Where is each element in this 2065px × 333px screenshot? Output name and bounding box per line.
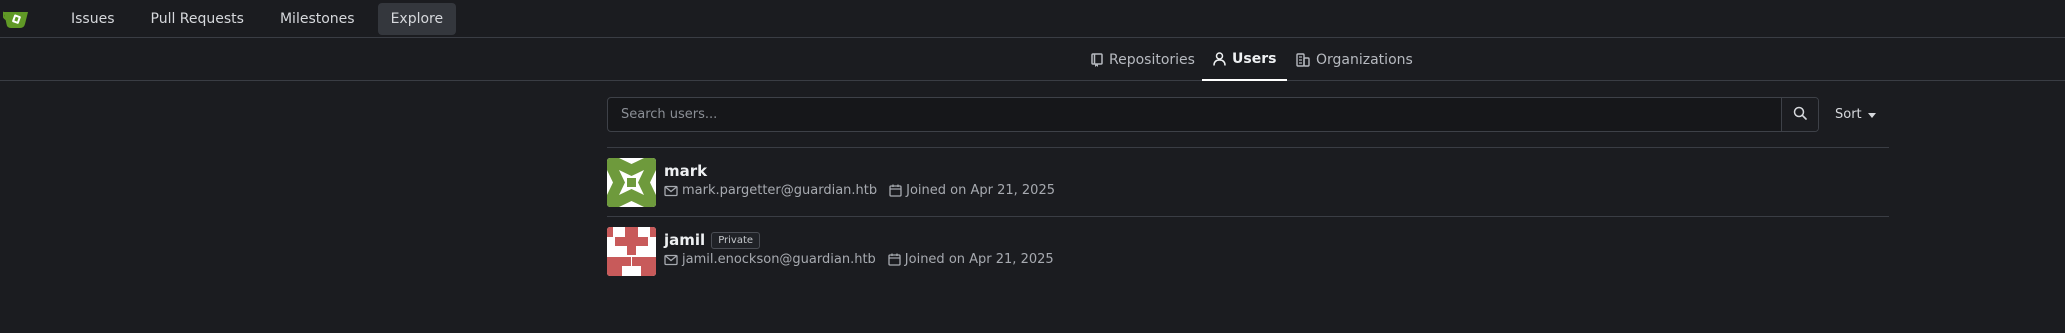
- user-joined-date: Joined on Apr 21, 2025: [904, 252, 1054, 267]
- user-search-bar: Sort: [607, 97, 1889, 132]
- nav-issues[interactable]: Issues: [58, 3, 128, 35]
- calendar-icon: [889, 184, 902, 197]
- user-name-link[interactable]: jamil: [664, 231, 705, 249]
- repo-icon: [1091, 53, 1103, 67]
- tab-repositories[interactable]: Repositories: [1091, 39, 1195, 81]
- gitea-logo-icon[interactable]: [2, 7, 30, 31]
- user-info: mark mark.pargetter@guardian.htb Joined …: [664, 158, 1055, 198]
- sort-label: Sort: [1835, 107, 1862, 122]
- list-item: jamil Private jamil.enockson@guardian.ht…: [607, 217, 1889, 286]
- tab-organizations[interactable]: Organizations: [1296, 39, 1413, 81]
- nav-pull-requests[interactable]: Pull Requests: [138, 3, 257, 35]
- tab-users-label: Users: [1232, 51, 1277, 67]
- sort-dropdown[interactable]: Sort: [1835, 107, 1876, 122]
- tab-organizations-label: Organizations: [1316, 52, 1413, 68]
- avatar[interactable]: [607, 158, 656, 207]
- user-email-link[interactable]: mark.pargetter@guardian.htb: [682, 183, 877, 198]
- organization-icon: [1296, 53, 1310, 67]
- user-name-line: jamil Private: [664, 231, 1054, 249]
- user-info: jamil Private jamil.enockson@guardian.ht…: [664, 227, 1054, 267]
- user-meta: jamil.enockson@guardian.htb Joined on Ap…: [664, 252, 1054, 267]
- search-button[interactable]: [1781, 98, 1818, 131]
- user-name-line: mark: [664, 162, 1055, 180]
- person-icon: [1213, 52, 1226, 66]
- avatar[interactable]: [607, 227, 656, 276]
- user-meta: mark.pargetter@guardian.htb Joined on Ap…: [664, 183, 1055, 198]
- private-badge: Private: [711, 231, 761, 249]
- nav-explore[interactable]: Explore: [377, 2, 457, 35]
- user-email-link[interactable]: jamil.enockson@guardian.htb: [682, 252, 876, 267]
- tab-repositories-label: Repositories: [1109, 52, 1195, 68]
- mail-icon: [664, 185, 678, 197]
- user-joined-date: Joined on Apr 21, 2025: [906, 183, 1055, 198]
- nav-milestones[interactable]: Milestones: [267, 3, 368, 35]
- explore-tabs: Repositories Users Organizations: [0, 39, 2065, 81]
- calendar-icon: [888, 253, 901, 266]
- mail-icon: [664, 254, 678, 266]
- list-item: mark mark.pargetter@guardian.htb Joined …: [607, 148, 1889, 217]
- user-list: mark mark.pargetter@guardian.htb Joined …: [607, 147, 1889, 286]
- search-users-input[interactable]: [608, 98, 1781, 131]
- search-icon: [1793, 105, 1807, 124]
- user-name-link[interactable]: mark: [664, 162, 707, 180]
- top-navbar: Issues Pull Requests Milestones Explore: [0, 0, 2065, 38]
- tab-users[interactable]: Users: [1202, 39, 1288, 81]
- caret-down-icon: [1867, 107, 1876, 122]
- search-box: [607, 97, 1819, 132]
